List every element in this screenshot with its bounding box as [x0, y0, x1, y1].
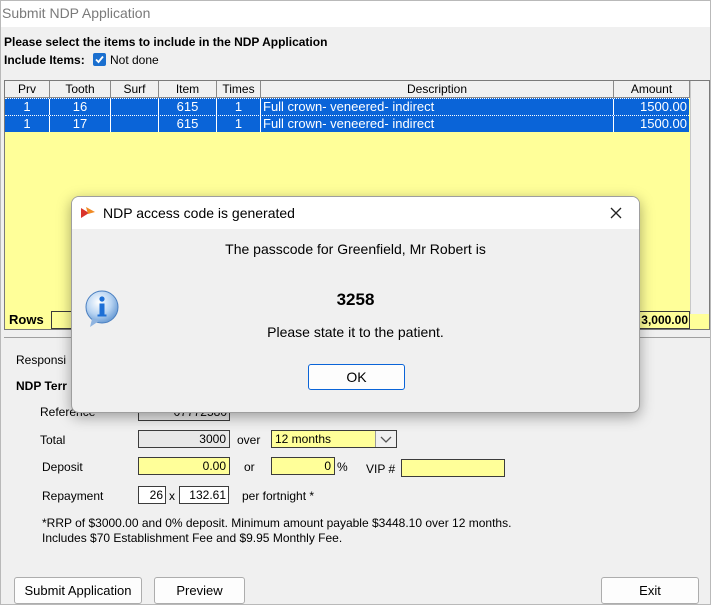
cell-times: 1	[217, 116, 261, 132]
exit-button[interactable]: Exit	[601, 577, 699, 604]
close-icon[interactable]	[610, 207, 622, 219]
rrp-note-line1: *RRP of $3000.00 and 0% deposit. Minimum…	[42, 516, 512, 530]
not-done-checkbox[interactable]	[93, 53, 106, 66]
cell-tooth: 16	[50, 99, 111, 115]
col-header-tooth[interactable]: Tooth	[50, 81, 111, 98]
table-scrollbar[interactable]	[690, 81, 709, 314]
cell-item: 615	[159, 99, 217, 115]
col-header-times[interactable]: Times	[217, 81, 261, 98]
cell-amount: 1500.00	[640, 99, 687, 114]
passcode-value: 3258	[336, 290, 375, 309]
cell-prv: 1	[5, 99, 50, 115]
cell-description: Full crown- veneered- indirect	[261, 116, 614, 132]
include-items-label: Include Items:	[4, 53, 85, 67]
window-titlebar: Submit NDP Application	[1, 1, 710, 27]
ok-button[interactable]: OK	[308, 364, 405, 390]
ndp-terms-heading: NDP Terr	[16, 379, 67, 393]
rows-label: Rows	[9, 312, 44, 327]
cell-prv: 1	[5, 116, 50, 132]
rrp-note-line2: Includes $70 Establishment Fee and $9.95…	[42, 531, 343, 545]
table-row[interactable]: 1 16 615 1 Full crown- veneered- indirec…	[5, 98, 689, 115]
dialog-titlebar: NDP access code is generated	[72, 197, 639, 229]
cell-tooth: 17	[50, 116, 111, 132]
deposit-field[interactable]: 0.00	[138, 457, 230, 475]
cell-item: 615	[159, 116, 217, 132]
deposit-label: Deposit	[42, 460, 83, 474]
dialog-title: NDP access code is generated	[103, 205, 295, 221]
cell-description: Full crown- veneered- indirect	[261, 99, 614, 115]
repayment-amount-field: 132.61	[179, 486, 229, 504]
checkmark-icon	[95, 55, 104, 64]
months-select[interactable]: 12 months	[271, 430, 397, 448]
repayment-count-field: 26	[138, 486, 166, 504]
submit-application-button[interactable]: Submit Application	[14, 577, 142, 604]
preview-button[interactable]: Preview	[154, 577, 245, 604]
col-header-prv[interactable]: Prv	[5, 81, 50, 98]
col-header-surf[interactable]: Surf	[111, 81, 159, 98]
responsible-label: Responsi	[16, 353, 67, 367]
chevron-down-icon[interactable]	[375, 431, 396, 447]
window-title: Submit NDP Application	[2, 5, 151, 21]
percent-symbol: %	[337, 460, 348, 474]
times-symbol: x	[169, 489, 175, 503]
months-select-value: 12 months	[275, 432, 332, 446]
total-field: 3000	[138, 430, 230, 448]
vip-field[interactable]	[401, 459, 505, 477]
col-header-amount[interactable]: Amount	[614, 81, 690, 98]
cell-surf	[111, 116, 159, 132]
cell-amount: 1500.00	[640, 116, 687, 131]
deposit-percent-field[interactable]: 0	[271, 457, 335, 475]
instructions-text: Please select the items to include in th…	[4, 35, 328, 49]
per-fortnight-label: per fortnight *	[242, 489, 315, 503]
table-row[interactable]: 1 17 615 1 Full crown- veneered- indirec…	[5, 115, 689, 132]
col-header-description[interactable]: Description	[261, 81, 614, 98]
cell-times: 1	[217, 99, 261, 115]
dialog-message: The passcode for Greenfield, Mr Robert i…	[225, 241, 486, 257]
over-label: over	[237, 433, 261, 447]
not-done-label[interactable]: Not done	[110, 53, 159, 67]
or-label: or	[244, 460, 255, 474]
col-header-item[interactable]: Item	[159, 81, 217, 98]
app-logo-icon	[81, 207, 95, 218]
dialog-instruction: Please state it to the patient.	[267, 324, 444, 340]
access-code-dialog: NDP access code is generated The passcod…	[71, 196, 640, 413]
cell-surf	[111, 99, 159, 115]
total-label: Total	[40, 433, 66, 447]
vip-label: VIP #	[366, 462, 396, 476]
repayment-label: Repayment	[42, 489, 104, 503]
